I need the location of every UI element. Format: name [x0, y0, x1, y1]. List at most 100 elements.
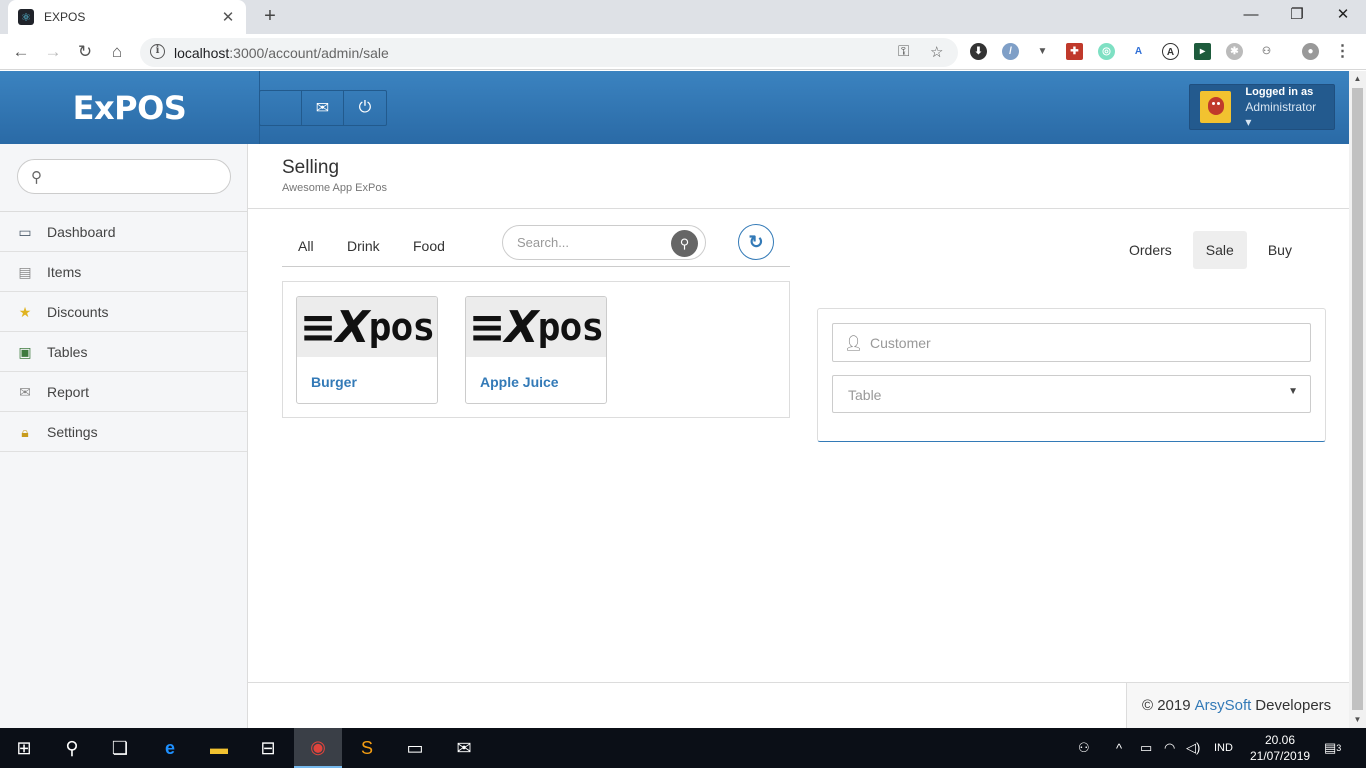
search-button[interactable]: ⚲	[671, 230, 698, 257]
brand-logo[interactable]: ExPOS	[0, 71, 260, 144]
address-bar[interactable]: i localhost:3000/account/admin/sale ⚿ ☆	[140, 38, 958, 67]
order-panel: 👤︎ Table ▼	[817, 308, 1326, 442]
battery-icon[interactable]: ▭	[1140, 728, 1152, 768]
product-card-burger[interactable]: ≡X pos Burger	[296, 296, 438, 404]
product-card-apple-juice[interactable]: ≡X pos Apple Juice	[465, 296, 607, 404]
reload-icon[interactable]: ↻	[72, 39, 98, 65]
clock-date: 21/07/2019	[1250, 749, 1311, 763]
extension-a-icon[interactable]: A	[1162, 43, 1179, 60]
browser-menu-icon[interactable]: ⋮	[1334, 43, 1351, 60]
product-search: ⚲	[502, 225, 706, 260]
table-select-value: Table	[848, 387, 882, 403]
extension-circle-icon[interactable]: ◎	[1098, 43, 1115, 60]
extension-download-icon[interactable]: ⬇	[970, 43, 987, 60]
windows-start-icon[interactable]: ⊞	[0, 728, 48, 768]
tray-chevron-icon[interactable]: ^	[1116, 728, 1122, 768]
search-icon[interactable]: ⚲	[48, 728, 96, 768]
extension-puzzle-icon[interactable]: ✚	[1066, 43, 1083, 60]
tab-all[interactable]: All	[298, 238, 314, 254]
extension-angular-icon[interactable]: A	[1130, 43, 1147, 60]
sidebar-item-report[interactable]: ✉ Report	[0, 372, 247, 412]
extension-bike-icon[interactable]: ⚇	[1258, 43, 1275, 60]
language-indicator[interactable]: IND	[1214, 728, 1233, 768]
sidebar-search-input[interactable]: ⚲	[17, 159, 231, 194]
windows-taskbar: ⊞ ⚲ ❏ e ▬ ⊟ ◉ S ▭ ✉ ⚇ ^ ▭ ◠ ◁) IND 20.06…	[0, 728, 1366, 768]
tab-orders[interactable]: Orders	[1116, 231, 1185, 269]
tab-drink[interactable]: Drink	[347, 238, 380, 254]
app-header: ExPOS ✉ ⏻ Logged in as Administrator ▾	[0, 71, 1349, 144]
page-subtitle: Awesome App ExPos	[282, 182, 387, 194]
bookmark-star-icon[interactable]: ☆	[930, 43, 943, 61]
power-icon: ⏻	[358, 99, 372, 116]
main-content: Selling Awesome App ExPos All Drink Food…	[248, 144, 1349, 728]
notification-icon[interactable]: ▤ 3	[1324, 728, 1341, 768]
key-icon[interactable]: ⚿	[898, 43, 909, 60]
header-blank-button[interactable]	[260, 91, 302, 125]
sidebar-item-items[interactable]: ▤ Items	[0, 252, 247, 292]
new-tab-button[interactable]: +	[258, 4, 282, 28]
people-icon[interactable]: ⚇	[1078, 728, 1090, 768]
tab-food[interactable]: Food	[413, 238, 445, 254]
extension-gear-icon[interactable]: ✱	[1226, 43, 1243, 60]
page-title: Selling	[282, 157, 340, 178]
edge-icon[interactable]: e	[146, 728, 194, 768]
scroll-down-icon[interactable]: ▼	[1349, 712, 1366, 728]
sidebar-item-tables[interactable]: ▣ Tables	[0, 332, 247, 372]
extension-vue-icon[interactable]: ▼	[1034, 43, 1051, 60]
address-url: localhost:3000/account/admin/sale	[174, 45, 389, 61]
window-close-button[interactable]: ✕	[1320, 0, 1366, 32]
items-icon: ▤	[18, 263, 32, 280]
sidebar-item-discounts[interactable]: ★ Discounts	[0, 292, 247, 332]
terminal-icon[interactable]: ▭	[391, 728, 439, 768]
search-icon: ⚲	[679, 236, 690, 251]
product-search-input[interactable]	[517, 235, 667, 250]
footer: © 2019 ArsySoft Developers	[1126, 683, 1349, 728]
sidebar-item-dashboard[interactable]: ▭ Dashboard	[0, 212, 247, 252]
wifi-icon[interactable]: ◠	[1164, 728, 1175, 768]
back-arrow-icon[interactable]: ←	[8, 39, 34, 65]
browser-toolbar: ← → ↻ ⌂ i localhost:3000/account/admin/s…	[0, 34, 1366, 70]
logout-button[interactable]: ⏻	[344, 91, 386, 125]
scroll-thumb[interactable]	[1352, 88, 1363, 710]
chrome-icon[interactable]: ◉	[294, 728, 342, 768]
sidebar-item-label: Dashboard	[47, 223, 116, 240]
sidebar-item-label: Report	[47, 383, 90, 400]
customer-input[interactable]	[870, 335, 1290, 351]
monitor-icon: ▭	[18, 223, 32, 240]
browser-tab-strip: ⚛ EXPOS ✕ + — ❐ ✕	[0, 0, 1366, 34]
forward-arrow-icon[interactable]: →	[40, 39, 66, 65]
clock[interactable]: 20.06 21/07/2019	[1250, 732, 1310, 764]
tab-sale[interactable]: Sale	[1192, 231, 1247, 269]
table-select[interactable]: Table ▼	[832, 375, 1311, 413]
scroll-up-icon[interactable]: ▲	[1349, 71, 1366, 87]
store-icon[interactable]: ⊟	[244, 728, 292, 768]
page-scrollbar[interactable]: ▲ ▼	[1349, 71, 1366, 728]
user-icon: 👤︎	[844, 335, 864, 352]
refresh-button[interactable]: ↻	[738, 224, 774, 260]
sidebar-item-settings[interactable]: 🔒︎ Settings	[0, 412, 247, 452]
site-info-icon[interactable]: i	[150, 44, 165, 59]
browser-tab[interactable]: ⚛ EXPOS ✕	[8, 0, 246, 34]
mail-button[interactable]: ✉	[302, 91, 344, 125]
file-explorer-icon[interactable]: ▬	[195, 728, 243, 768]
window-restore-button[interactable]: ❐	[1274, 0, 1320, 32]
extension-feather-icon[interactable]: /	[1002, 43, 1019, 60]
customer-field: 👤︎	[832, 323, 1311, 362]
user-role: Administrator ▾	[1245, 99, 1317, 129]
volume-icon[interactable]: ◁)	[1186, 728, 1200, 768]
extension-terminal-icon[interactable]: ▸	[1194, 43, 1211, 60]
react-favicon-icon: ⚛	[18, 9, 34, 25]
profile-avatar-icon[interactable]: ●	[1302, 43, 1319, 60]
sublime-icon[interactable]: S	[343, 728, 391, 768]
tab-buy[interactable]: Buy	[1255, 231, 1305, 269]
expos-logo-image: ≡X pos	[297, 297, 437, 357]
tables-icon: ▣	[18, 343, 32, 360]
home-icon[interactable]: ⌂	[104, 39, 130, 65]
window-minimize-button[interactable]: —	[1228, 0, 1274, 32]
company-link[interactable]: ArsySoft	[1195, 697, 1252, 714]
order-tabs: Orders Sale Buy	[1116, 231, 1313, 269]
mail-icon[interactable]: ✉	[440, 728, 488, 768]
tab-close-icon[interactable]: ✕	[220, 8, 236, 26]
user-menu[interactable]: Logged in as Administrator ▾	[1189, 84, 1335, 130]
task-view-icon[interactable]: ❏	[96, 728, 144, 768]
